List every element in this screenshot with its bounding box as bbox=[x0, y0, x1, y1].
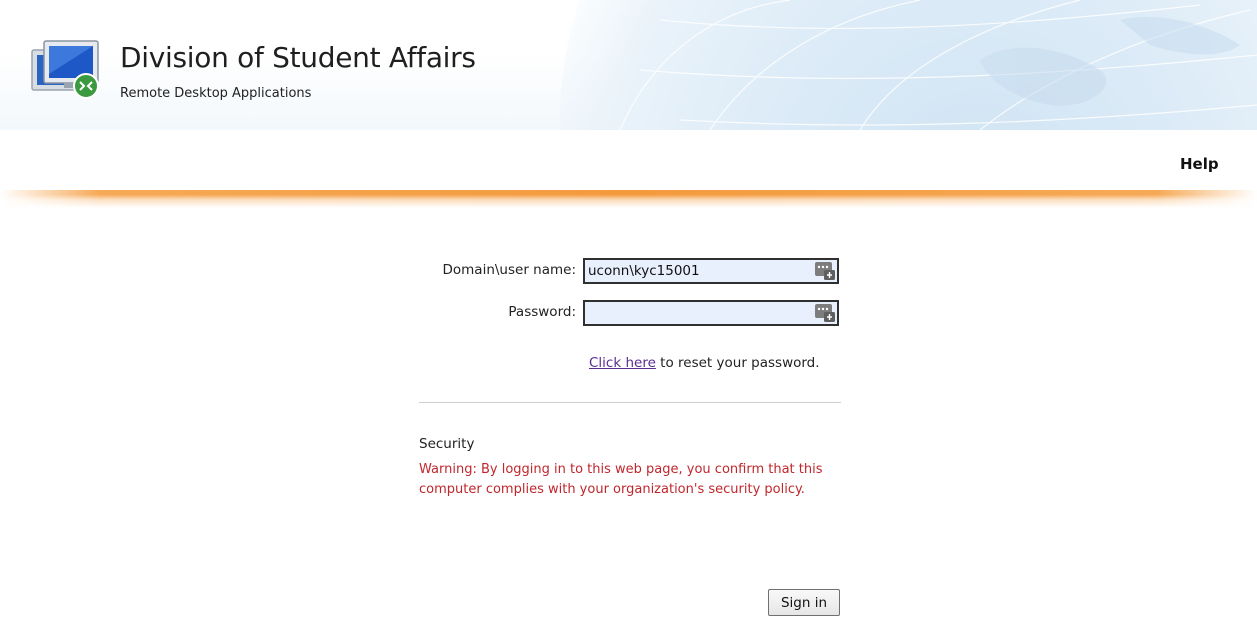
page-title: Division of Student Affairs bbox=[120, 41, 476, 74]
sign-in-button[interactable]: Sign in bbox=[768, 589, 840, 616]
password-manager-key-icon[interactable] bbox=[814, 303, 836, 323]
page-subtitle: Remote Desktop Applications bbox=[120, 86, 312, 101]
remote-desktop-monitor-icon bbox=[31, 40, 99, 99]
password-label: Password: bbox=[508, 304, 576, 320]
username-label: Domain\user name: bbox=[442, 262, 576, 278]
section-divider bbox=[419, 402, 841, 403]
header-divider-bar bbox=[0, 190, 1257, 208]
password-input[interactable] bbox=[588, 303, 803, 323]
globe-grid-lines bbox=[619, 0, 1257, 130]
username-input[interactable] bbox=[588, 261, 803, 281]
security-warning: Warning: By logging in to this web page,… bbox=[419, 462, 823, 497]
reset-password-text: Click here to reset your password. bbox=[589, 355, 820, 371]
password-field-wrapper bbox=[583, 300, 839, 326]
header-banner: Division of Student Affairs Remote Deskt… bbox=[0, 0, 1257, 130]
reset-password-link[interactable]: Click here bbox=[589, 355, 656, 371]
password-manager-key-icon[interactable] bbox=[814, 261, 836, 281]
reset-password-suffix: to reset your password. bbox=[655, 355, 820, 371]
page: Division of Student Affairs Remote Deskt… bbox=[0, 0, 1257, 639]
help-link[interactable]: Help bbox=[1180, 155, 1219, 173]
security-heading: Security bbox=[419, 436, 475, 452]
username-field-wrapper bbox=[583, 258, 839, 284]
